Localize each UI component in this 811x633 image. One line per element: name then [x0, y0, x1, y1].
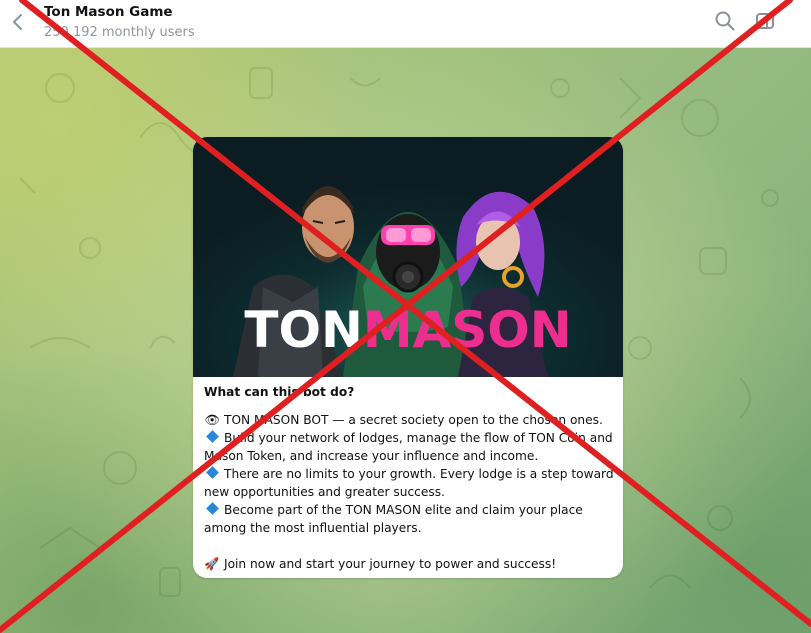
description-line: among the most influential players.: [204, 521, 422, 535]
description-line: Become part of the TON MASON elite and c…: [204, 501, 616, 519]
chat-title[interactable]: Ton Mason Game: [44, 4, 173, 20]
sidebar-toggle-icon: [756, 13, 774, 29]
blue-diamond-icon: [206, 466, 219, 479]
blue-diamond-icon: [206, 502, 219, 515]
description-line: Build your network of lodges, manage the…: [204, 429, 616, 447]
bot-description: What can this bot do? 👁 TON MASON BOT — a…: [204, 383, 616, 573]
rocket-icon: 🚀: [204, 557, 220, 571]
search-icon: [715, 11, 735, 31]
bot-banner-image: TONMASON: [193, 137, 623, 377]
logo-mason: MASON: [362, 301, 572, 359]
sidebar-toggle-button[interactable]: [754, 10, 776, 32]
bot-intro-card: TONMASON What can this bot do? 👁 TON MASO…: [193, 137, 623, 578]
back-button[interactable]: [6, 10, 30, 34]
description-heading: What can this bot do?: [204, 385, 355, 399]
description-line: Mason Token, and increase your influence…: [204, 449, 539, 463]
arrow-left-icon: [13, 14, 22, 30]
chat-header: Ton Mason Game 250 192 monthly users: [0, 0, 811, 48]
search-button[interactable]: [714, 10, 736, 32]
chat-subtitle: 250 192 monthly users: [44, 25, 195, 40]
logo-ton: TON: [244, 301, 363, 359]
description-line: 👁 TON MASON BOT — a secret society open t…: [204, 413, 603, 427]
description-line: There are no limits to your growth. Ever…: [204, 465, 616, 483]
description-line: new opportunities and greater success.: [204, 485, 445, 499]
game-logo: TONMASON: [193, 303, 623, 357]
description-line: 🚀 Join now and start your journey to powe…: [204, 557, 557, 571]
eye-icon: 👁: [204, 413, 220, 427]
blue-diamond-icon: [206, 430, 219, 443]
